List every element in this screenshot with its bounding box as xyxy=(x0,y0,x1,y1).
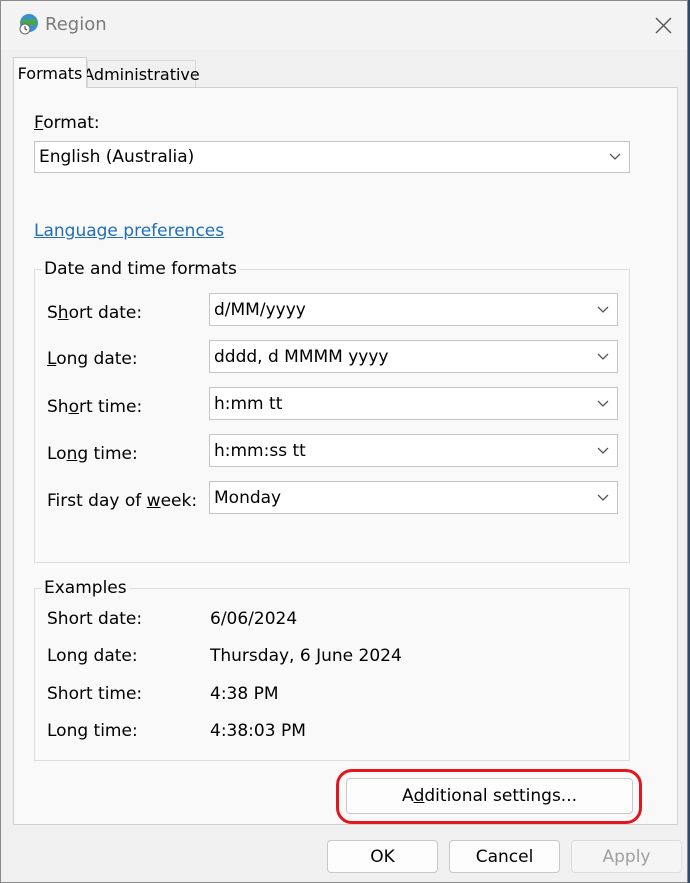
chevron-down-icon xyxy=(597,494,609,501)
short-time-label: Short time: xyxy=(47,397,143,417)
close-button[interactable] xyxy=(639,1,687,49)
first-day-of-week-dropdown[interactable]: Monday xyxy=(209,481,618,514)
example-short-time-label: Short time: xyxy=(47,684,143,704)
close-icon xyxy=(655,17,671,33)
long-date-dropdown[interactable]: dddd, d MMMM yyyy xyxy=(209,340,618,373)
first-day-of-week-label: First day of week: xyxy=(47,491,198,511)
first-day-of-week-value: Monday xyxy=(214,487,282,508)
short-time-dropdown[interactable]: h:mm tt xyxy=(209,387,618,420)
format-label: Format: xyxy=(34,113,100,133)
language-preferences-link[interactable]: Language preferences xyxy=(34,221,224,241)
short-date-value: d/MM/yyyy xyxy=(214,299,306,320)
examples-title: Examples xyxy=(41,578,130,598)
apply-button[interactable]: Apply xyxy=(571,840,682,873)
format-dropdown[interactable]: English (Australia) xyxy=(34,141,630,173)
cancel-button[interactable]: Cancel xyxy=(449,840,560,873)
tab-administrative[interactable]: Administrative xyxy=(83,60,200,88)
chevron-down-icon xyxy=(609,153,621,160)
chevron-down-icon xyxy=(597,447,609,454)
example-short-time-value: 4:38 PM xyxy=(210,684,279,704)
date-time-formats-title: Date and time formats xyxy=(41,259,240,279)
chevron-down-icon xyxy=(597,353,609,360)
example-short-date-value: 6/06/2024 xyxy=(210,609,298,629)
ok-button[interactable]: OK xyxy=(327,840,438,873)
long-time-value: h:mm:ss tt xyxy=(214,440,306,461)
format-value: English (Australia) xyxy=(39,147,195,167)
short-time-value: h:mm tt xyxy=(214,393,283,414)
long-time-label: Long time: xyxy=(47,444,138,464)
region-dialog: Region Formats Administrative Format: En… xyxy=(0,0,688,883)
long-time-dropdown[interactable]: h:mm:ss tt xyxy=(209,434,618,467)
example-short-date-label: Short date: xyxy=(47,609,143,629)
title-bar[interactable]: Region xyxy=(1,1,687,49)
chevron-down-icon xyxy=(597,400,609,407)
example-long-time-label: Long time: xyxy=(47,721,138,741)
window-title: Region xyxy=(45,14,107,35)
tab-formats[interactable]: Formats xyxy=(13,57,87,88)
long-date-label: Long date: xyxy=(47,349,138,369)
short-date-dropdown[interactable]: d/MM/yyyy xyxy=(209,293,618,326)
short-date-label: Short date: xyxy=(47,303,143,323)
example-long-date-label: Long date: xyxy=(47,646,138,666)
example-long-date-value: Thursday, 6 June 2024 xyxy=(210,646,402,666)
globe-clock-icon xyxy=(18,13,40,35)
chevron-down-icon xyxy=(597,306,609,313)
long-date-value: dddd, d MMMM yyyy xyxy=(214,346,389,367)
example-long-time-value: 4:38:03 PM xyxy=(210,721,306,741)
additional-settings-button[interactable]: Ad ditional settings... xyxy=(346,778,633,814)
